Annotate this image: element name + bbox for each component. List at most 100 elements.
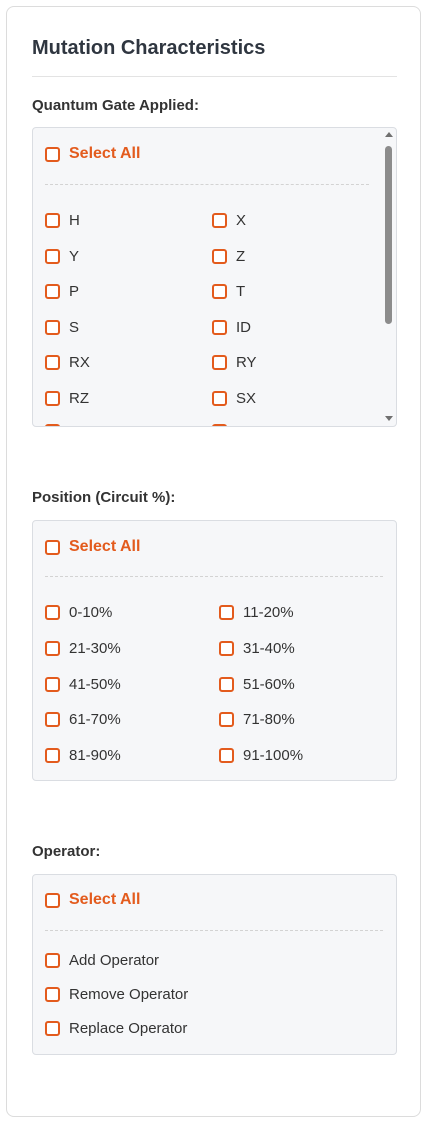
position-section-label: Position (Circuit %): xyxy=(32,489,176,506)
option-label: RY xyxy=(236,354,257,371)
position-option-81-90[interactable]: 81-90% xyxy=(45,747,121,764)
partial-checkbox-icon xyxy=(45,424,60,426)
checkbox-icon[interactable] xyxy=(212,355,227,370)
option-label: Replace Operator xyxy=(69,1020,188,1037)
option-label: Y xyxy=(69,248,80,265)
checkbox-icon[interactable] xyxy=(45,892,60,908)
position-option-51-60[interactable]: 51-60% xyxy=(219,676,295,693)
option-label: Z xyxy=(236,248,246,265)
dashed-divider xyxy=(45,930,383,931)
scrollbar-thumb[interactable] xyxy=(385,146,392,324)
option-label: RX xyxy=(69,354,90,371)
dashed-divider xyxy=(45,576,383,577)
scroll-down-arrow-icon[interactable] xyxy=(385,416,393,421)
checkbox-icon[interactable] xyxy=(45,677,60,692)
checkbox-icon[interactable] xyxy=(45,146,60,162)
option-label: 91-100% xyxy=(243,747,304,764)
checkbox-icon[interactable] xyxy=(219,605,234,620)
checkbox-icon[interactable] xyxy=(45,539,60,555)
mutation-characteristics-panel: Mutation Characteristics Quantum Gate Ap… xyxy=(6,6,421,1117)
gate-option-p[interactable]: P xyxy=(45,283,79,300)
position-option-41-50[interactable]: 41-50% xyxy=(45,676,121,693)
checkbox-icon[interactable] xyxy=(45,320,60,335)
operator-option-remove[interactable]: Remove Operator xyxy=(45,986,188,1003)
checkbox-icon[interactable] xyxy=(45,284,60,299)
dashed-divider xyxy=(45,184,369,185)
position-select-all[interactable]: Select All xyxy=(45,538,140,556)
checkbox-icon[interactable] xyxy=(219,748,234,763)
option-label: Add Operator xyxy=(69,952,160,969)
checkbox-icon[interactable] xyxy=(45,213,60,228)
gate-option-ry[interactable]: RY xyxy=(212,354,257,371)
title-divider xyxy=(32,76,397,77)
gate-option-t[interactable]: T xyxy=(212,283,245,300)
select-all-label: Select All xyxy=(69,145,141,162)
option-label: 0-10% xyxy=(69,604,113,621)
option-label: 41-50% xyxy=(69,676,121,693)
operator-section-label: Operator: xyxy=(32,843,101,860)
option-label: 61-70% xyxy=(69,711,121,728)
checkbox-icon[interactable] xyxy=(45,953,60,968)
option-label: H xyxy=(69,212,80,229)
position-option-0-10[interactable]: 0-10% xyxy=(45,604,112,621)
operator-option-add[interactable]: Add Operator xyxy=(45,952,159,969)
checkbox-icon[interactable] xyxy=(45,605,60,620)
gate-section-label: Quantum Gate Applied: xyxy=(32,97,199,114)
position-option-11-20[interactable]: 11-20% xyxy=(219,604,294,621)
panel-title: Mutation Characteristics xyxy=(32,37,266,59)
gate-option-id[interactable]: ID xyxy=(212,319,251,336)
gate-option-rx[interactable]: RX xyxy=(45,354,90,371)
option-label: 11-20% xyxy=(243,604,294,621)
checkbox-icon[interactable] xyxy=(45,391,60,406)
checkbox-icon[interactable] xyxy=(219,677,234,692)
position-option-71-80[interactable]: 71-80% xyxy=(219,711,295,728)
option-label: 21-30% xyxy=(69,640,121,657)
gate-option-z[interactable]: Z xyxy=(212,248,245,265)
position-option-31-40[interactable]: 31-40% xyxy=(219,640,295,657)
checkbox-icon[interactable] xyxy=(45,1021,60,1036)
checkbox-icon[interactable] xyxy=(212,320,227,335)
scroll-up-arrow-icon[interactable] xyxy=(385,132,393,137)
gate-option-rz[interactable]: RZ xyxy=(45,390,89,407)
operator-option-replace[interactable]: Replace Operator xyxy=(45,1020,187,1037)
option-label: S xyxy=(69,319,80,336)
checkbox-icon[interactable] xyxy=(45,641,60,656)
gate-list-scrollbar[interactable] xyxy=(382,128,396,426)
position-checkbox-list: Select All 0-10% 11-20% 21-30% 31-40% 41… xyxy=(32,520,397,781)
position-option-91-100[interactable]: 91-100% xyxy=(219,747,303,764)
option-label: 71-80% xyxy=(243,711,295,728)
gate-option-y[interactable]: Y xyxy=(45,248,79,265)
checkbox-icon[interactable] xyxy=(212,213,227,228)
option-label: T xyxy=(236,283,246,300)
operator-select-all[interactable]: Select All xyxy=(45,891,140,909)
option-label: SX xyxy=(236,390,257,407)
checkbox-icon[interactable] xyxy=(212,284,227,299)
checkbox-icon[interactable] xyxy=(45,355,60,370)
checkbox-icon[interactable] xyxy=(45,987,60,1002)
gate-option-h[interactable]: H xyxy=(45,212,80,229)
checkbox-icon[interactable] xyxy=(45,748,60,763)
select-all-label: Select All xyxy=(69,891,141,908)
checkbox-icon[interactable] xyxy=(212,249,227,264)
checkbox-icon[interactable] xyxy=(219,712,234,727)
option-label: X xyxy=(236,212,247,229)
gate-select-all[interactable]: Select All xyxy=(45,145,140,163)
gate-checkbox-list[interactable]: Select All H X Y Z P T S ID RX RY RZ SX xyxy=(32,127,397,427)
checkbox-icon[interactable] xyxy=(219,641,234,656)
option-label: 31-40% xyxy=(243,640,295,657)
operator-checkbox-list: Select All Add Operator Remove Operator … xyxy=(32,874,397,1055)
select-all-label: Select All xyxy=(69,538,141,555)
option-label: 81-90% xyxy=(69,747,121,764)
option-label: RZ xyxy=(69,390,89,407)
checkbox-icon[interactable] xyxy=(212,391,227,406)
gate-option-s[interactable]: S xyxy=(45,319,79,336)
position-option-21-30[interactable]: 21-30% xyxy=(45,640,121,657)
position-option-61-70[interactable]: 61-70% xyxy=(45,711,121,728)
option-label: P xyxy=(69,283,80,300)
option-label: ID xyxy=(236,319,251,336)
partial-checkbox-icon xyxy=(212,424,227,426)
gate-option-sx[interactable]: SX xyxy=(212,390,256,407)
gate-option-x[interactable]: X xyxy=(212,212,246,229)
checkbox-icon[interactable] xyxy=(45,712,60,727)
checkbox-icon[interactable] xyxy=(45,249,60,264)
